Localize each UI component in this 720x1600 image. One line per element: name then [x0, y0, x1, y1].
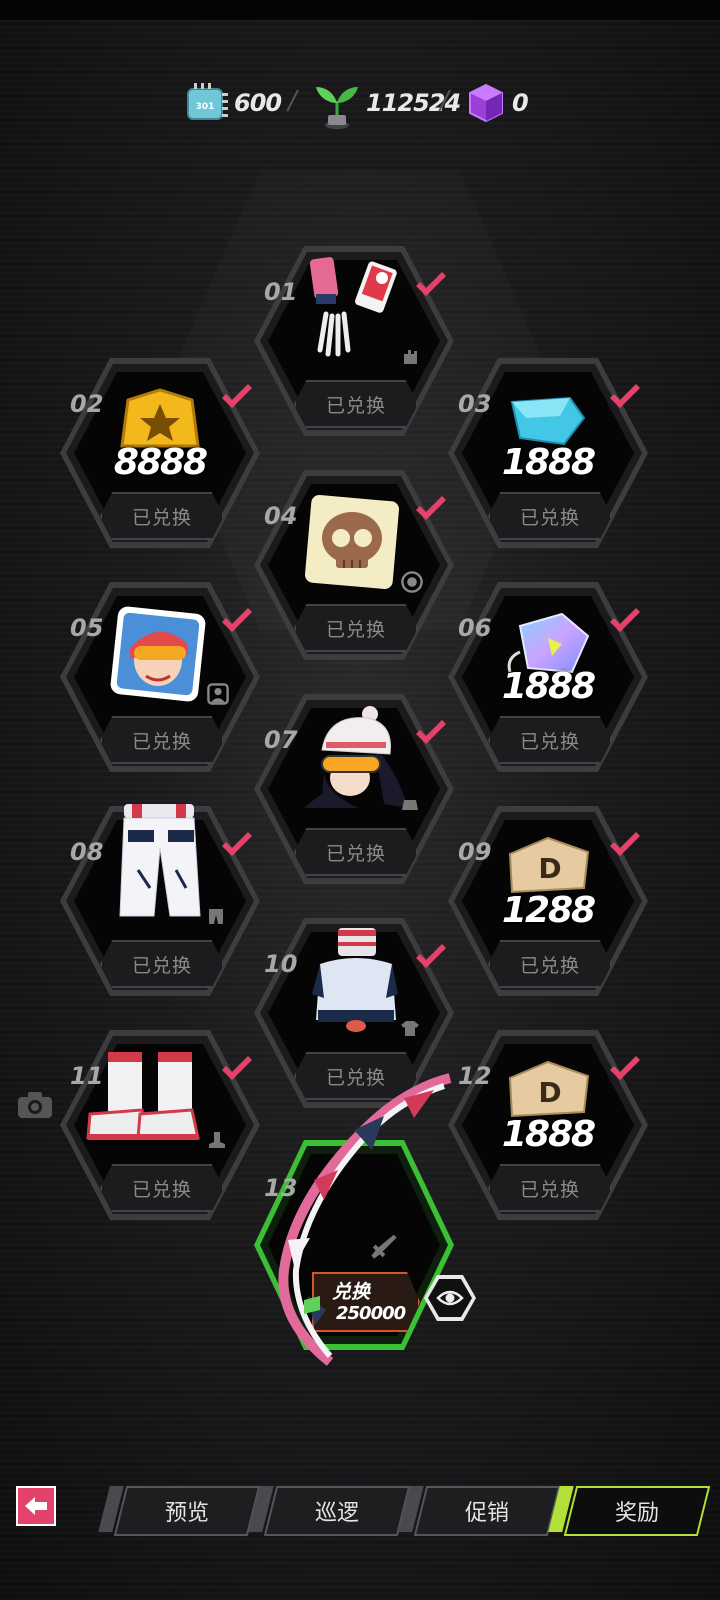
slot-number: 02 — [70, 390, 104, 418]
claimed-check-icon — [222, 832, 252, 856]
sprout-currency-display: 112524 — [312, 78, 461, 129]
slot-number: 04 — [264, 502, 298, 530]
reward-slot-08[interactable]: 08 已兑换 — [60, 804, 260, 996]
reward-slot-09[interactable]: 09 D 1288 已兑换 — [448, 806, 648, 996]
claimed-check-icon — [610, 608, 640, 632]
claimed-check-icon — [222, 608, 252, 632]
beanie-goggles-icon — [304, 706, 408, 808]
cube-currency-value: 0 — [512, 89, 529, 117]
slot-number: 05 — [70, 614, 104, 642]
skull-emote-icon — [304, 494, 400, 590]
redeemed-button[interactable]: 已兑换 — [100, 492, 224, 540]
redeemed-button[interactable]: 已兑换 — [294, 828, 418, 876]
redeemed-button[interactable]: 已兑换 — [294, 604, 418, 652]
claimed-check-icon — [610, 1056, 640, 1080]
boots-type-icon — [209, 1132, 225, 1148]
slot-number: 10 — [264, 950, 298, 978]
blue-crystal-icon — [510, 396, 586, 446]
slot-number: 01 — [264, 278, 298, 306]
claimed-check-icon — [416, 496, 446, 520]
reward-slot-05[interactable]: 05 已兑换 — [60, 582, 260, 772]
redeemed-button[interactable]: 已兑换 — [488, 1164, 612, 1212]
claimed-check-icon — [222, 1056, 252, 1080]
reward-slot-01[interactable]: 01 已兑换 — [254, 246, 454, 436]
reward-amount: 1888 — [501, 442, 596, 483]
portrait-type-icon — [207, 683, 229, 705]
slot-number: 03 — [458, 390, 492, 418]
redeemed-button[interactable]: 已兑换 — [100, 940, 224, 988]
slot-number: 06 — [458, 614, 492, 642]
reward-slot-12[interactable]: 12 D 1888 已兑换 — [448, 1030, 648, 1220]
reward-amount: 8888 — [113, 442, 208, 483]
tab-patrol[interactable]: 巡逻 — [263, 1486, 411, 1536]
cube-currency-display: 0 — [464, 78, 529, 128]
top-type-icon — [401, 1021, 419, 1036]
gloves-icon — [309, 257, 397, 357]
back-button[interactable] — [16, 1486, 56, 1526]
claimed-check-icon — [416, 720, 446, 744]
svg-text:D: D — [538, 852, 561, 885]
tab-preview[interactable]: 预览 — [113, 1486, 261, 1536]
claimed-check-icon — [610, 832, 640, 856]
tab-promotion[interactable]: 促销 — [413, 1486, 561, 1536]
avatar-portrait-icon — [110, 606, 206, 702]
cube-icon — [464, 81, 508, 125]
redeemed-button[interactable]: 已兑换 — [100, 716, 224, 764]
reward-slot-03[interactable]: 03 1888 已兑换 — [448, 358, 648, 548]
currency-divider: / — [288, 86, 297, 116]
emote-type-icon — [401, 571, 423, 593]
reward-slot-11[interactable]: 11 已兑换 — [60, 1030, 260, 1220]
headwear-type-icon — [402, 800, 418, 810]
eye-icon — [436, 1290, 464, 1306]
redeemed-button[interactable]: 已兑换 — [488, 492, 612, 540]
redeemed-button[interactable]: 已兑换 — [488, 940, 612, 988]
slot-number: 09 — [458, 838, 492, 866]
svg-text:D: D — [538, 1076, 561, 1109]
camera-icon[interactable] — [16, 1090, 54, 1120]
reward-slot-07[interactable]: 07 已兑换 — [254, 694, 454, 884]
reward-amount: 1288 — [501, 890, 596, 931]
back-arrow-icon — [25, 1497, 47, 1515]
glove-type-icon — [404, 350, 417, 364]
boots-icon — [86, 1052, 200, 1140]
chip-currency-display: 301 600 — [186, 78, 282, 128]
redeemed-button[interactable]: 已兑换 — [100, 1164, 224, 1212]
slot-number: 08 — [70, 838, 104, 866]
claimed-check-icon — [416, 272, 446, 296]
tab-label: 奖励 — [614, 1501, 659, 1526]
slot-number: 07 — [264, 726, 298, 754]
sprout-icon — [312, 81, 362, 129]
redeemed-button[interactable]: 已兑换 — [488, 716, 612, 764]
tab-label: 促销 — [464, 1501, 509, 1526]
redeemed-button[interactable]: 已兑换 — [294, 380, 418, 428]
tab-label: 预览 — [164, 1501, 209, 1526]
sword-item-icon — [278, 1073, 452, 1366]
tab-rewards[interactable]: 奖励 — [563, 1486, 711, 1536]
reward-amount: 1888 — [501, 1114, 596, 1155]
pants-type-icon — [209, 909, 223, 924]
currency-divider: / — [440, 86, 449, 116]
reward-slot-06[interactable]: 06 1888 已兑换 — [448, 582, 648, 772]
chip-icon: 301 — [186, 81, 230, 125]
top-icon — [312, 928, 398, 1032]
pants-icon — [119, 804, 201, 917]
reward-slot-02[interactable]: 02 8888 已兑换 — [60, 358, 260, 548]
tab-label: 巡逻 — [314, 1501, 359, 1526]
claimed-check-icon — [416, 944, 446, 968]
claimed-check-icon — [610, 384, 640, 408]
status-bar — [0, 0, 720, 20]
reward-slot-04[interactable]: 04 已兑换 — [254, 470, 454, 660]
chip-icon-text: 301 — [196, 102, 215, 112]
claimed-check-icon — [222, 384, 252, 408]
reward-amount: 1888 — [501, 666, 596, 707]
chip-currency-value: 600 — [234, 89, 282, 117]
